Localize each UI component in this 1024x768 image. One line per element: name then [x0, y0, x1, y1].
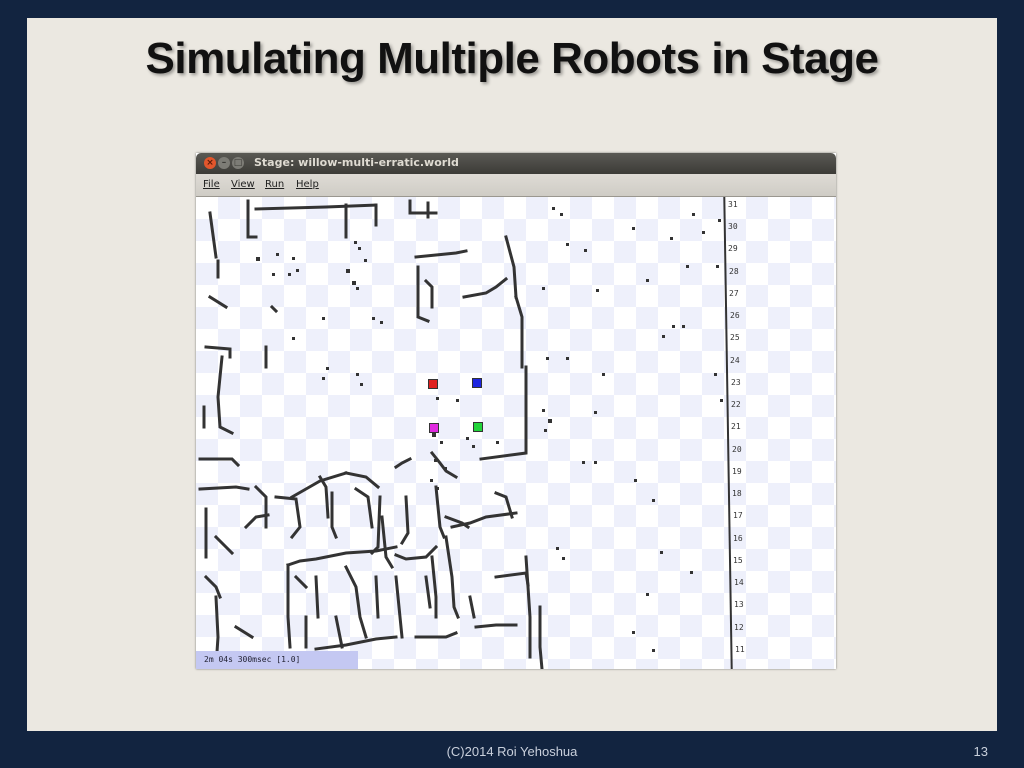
ruler-tick: 31 [728, 200, 738, 209]
ruler-tick: 12 [734, 623, 744, 632]
maximize-icon[interactable]: □ [232, 157, 244, 169]
ruler-tick: 30 [728, 222, 738, 231]
robot-green[interactable] [473, 422, 483, 432]
window-title: Stage: willow-multi-erratic.world [254, 156, 459, 169]
ruler-tick: 15 [733, 556, 743, 565]
menu-help[interactable]: Help [296, 179, 319, 190]
minimize-icon[interactable]: – [218, 157, 230, 169]
ruler-tick: 24 [730, 356, 740, 365]
ruler-tick: 20 [732, 445, 742, 454]
menu-view[interactable]: View [231, 179, 255, 190]
ruler-tick: 13 [734, 600, 744, 609]
simulation-canvas[interactable]: 31 30 29 28 27 26 25 24 23 22 21 20 19 1… [196, 197, 836, 669]
robot-magenta[interactable] [429, 423, 439, 433]
ruler-tick: 28 [729, 267, 739, 276]
robot-blue[interactable] [472, 378, 482, 388]
ruler-tick: 17 [733, 511, 743, 520]
menu-file[interactable]: File [203, 179, 220, 190]
ruler-tick: 14 [734, 578, 744, 587]
status-bar: 2m 04s 300msec [1.0] [196, 651, 358, 669]
close-icon[interactable]: × [204, 157, 216, 169]
ruler-tick: 18 [732, 489, 742, 498]
footer-copyright: (C)2014 Roi Yehoshua [446, 744, 578, 759]
ruler-tick: 21 [731, 422, 741, 431]
ruler-tick: 27 [729, 289, 739, 298]
menu-bar: File View Run Help [196, 174, 836, 197]
ruler-tick: 26 [730, 311, 740, 320]
ruler-tick: 11 [735, 645, 745, 654]
occupancy-map [198, 199, 723, 669]
page-number: 13 [973, 744, 988, 759]
window-titlebar[interactable]: × – □ Stage: willow-multi-erratic.world [196, 153, 836, 174]
ruler-tick: 19 [732, 467, 742, 476]
robot-red[interactable] [428, 379, 438, 389]
ruler-tick: 16 [733, 534, 743, 543]
ruler-tick: 22 [731, 400, 741, 409]
stage-window: × – □ Stage: willow-multi-erratic.world … [196, 153, 836, 669]
ruler-tick: 23 [731, 378, 741, 387]
slide-title: Simulating Multiple Robots in Stage [145, 34, 879, 83]
ruler-tick: 29 [728, 244, 738, 253]
menu-run[interactable]: Run [265, 179, 284, 190]
ruler-tick: 25 [730, 333, 740, 342]
